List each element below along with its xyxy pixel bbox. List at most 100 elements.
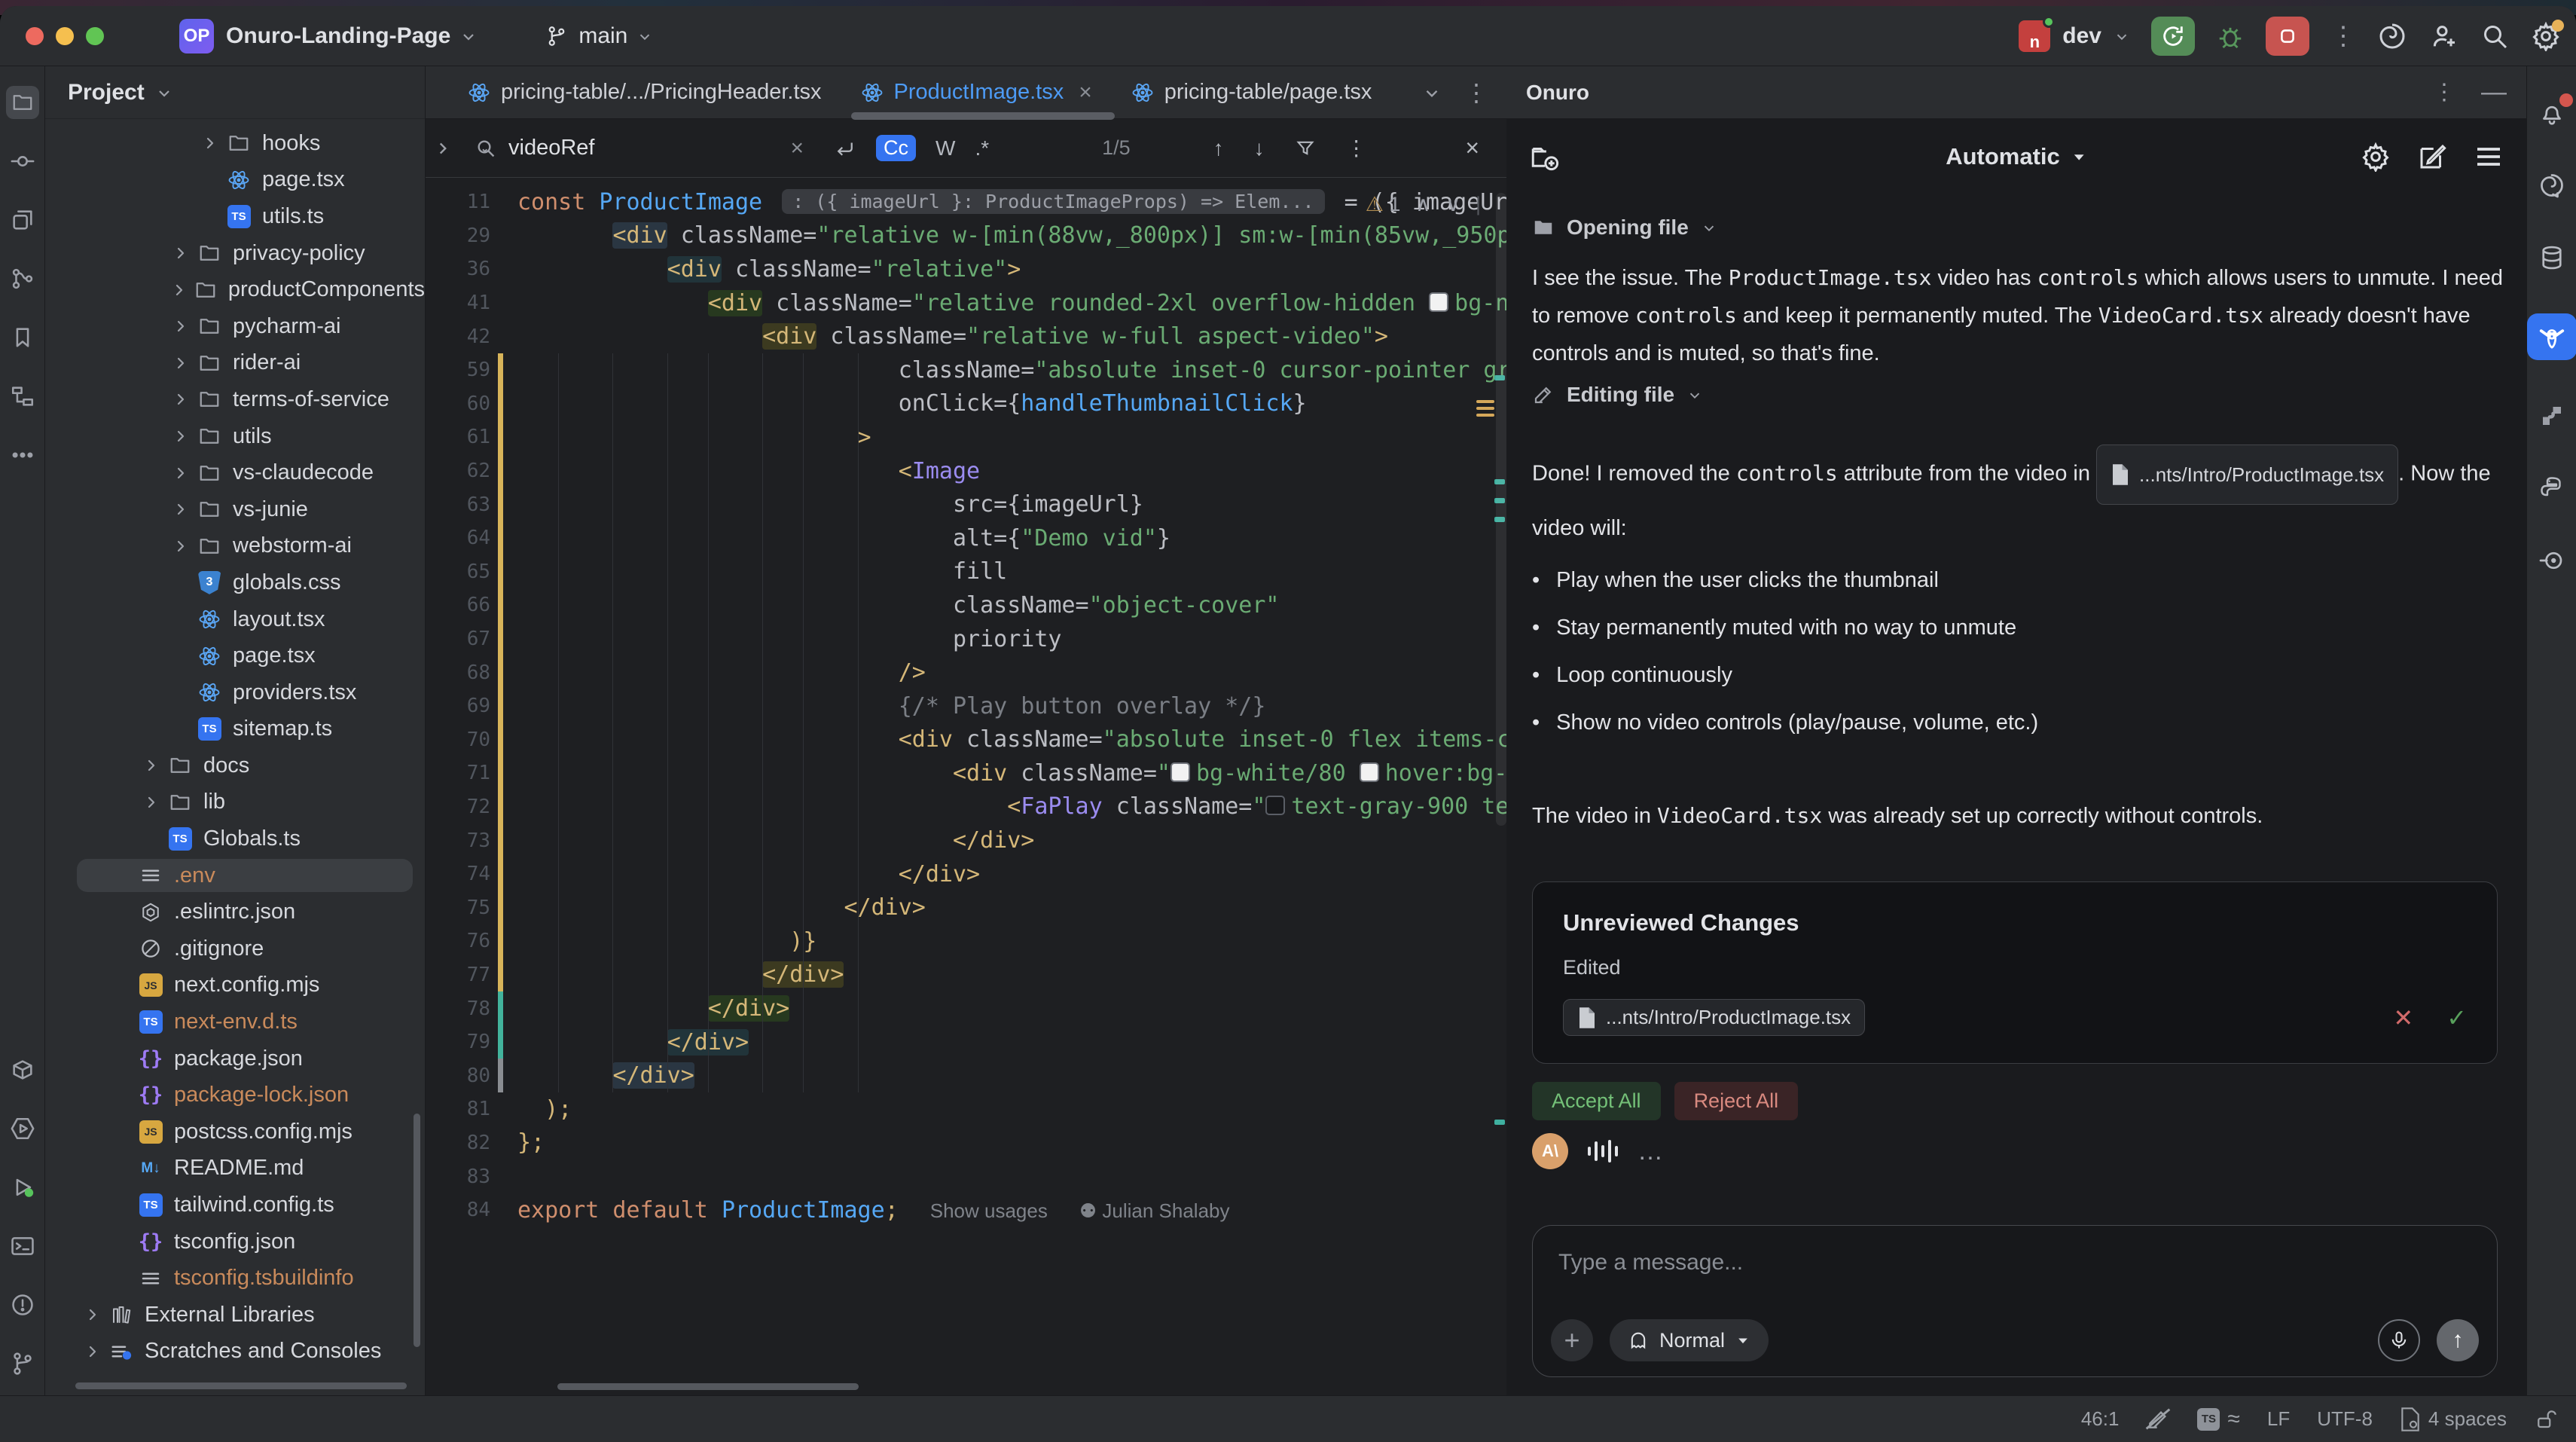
project-folder-tool-icon[interactable]: [6, 86, 39, 119]
code-line-36[interactable]: 36 <div className="relative">: [426, 252, 1506, 286]
hide-panel-icon[interactable]: —: [2481, 78, 2507, 107]
caret-position[interactable]: 46:1: [2081, 1407, 2120, 1431]
tree-item-postcss-config-mjs[interactable]: JSpostcss.config.mjs: [45, 1114, 425, 1150]
code-line-79[interactable]: 79 </div>: [426, 1025, 1506, 1059]
tree-item-utils[interactable]: utils: [45, 418, 425, 455]
services-tool-icon[interactable]: [6, 1171, 39, 1204]
chevron-right-icon[interactable]: [166, 354, 195, 372]
close-find-bar-icon[interactable]: ×: [1465, 134, 1479, 162]
new-chat-icon[interactable]: [2416, 141, 2448, 173]
tree-item--gitignore[interactable]: .gitignore: [45, 930, 425, 967]
ai-assistant-icon[interactable]: [2377, 21, 2407, 51]
chevron-right-icon[interactable]: [166, 464, 195, 482]
tree-item-lib[interactable]: lib: [45, 784, 425, 821]
step-opening-file[interactable]: Opening file: [1532, 215, 1717, 240]
tree-item-scratches-and-consoles[interactable]: Scratches and Consoles: [45, 1334, 425, 1370]
panel-options-icon[interactable]: ⋮: [2433, 79, 2455, 105]
edited-file-chip-inline[interactable]: ...nts/Intro/ProductImage.tsx: [2096, 445, 2398, 505]
chevron-right-icon[interactable]: [196, 134, 224, 152]
chevron-right-icon[interactable]: [166, 427, 195, 445]
editor-tab[interactable]: pricing-table/.../PricingHeader.tsx: [448, 66, 841, 119]
more-tools-tool-icon[interactable]: [6, 438, 39, 472]
reject-file-icon[interactable]: ✕: [2393, 1004, 2413, 1032]
menu-icon[interactable]: [2474, 142, 2504, 172]
tab-options-icon[interactable]: ⋮: [1464, 78, 1488, 107]
structure-tool-icon[interactable]: [6, 380, 39, 413]
tree-item-layout-tsx[interactable]: layout.tsx: [45, 601, 425, 638]
code-line-64[interactable]: 64 alt={"Demo vid"}: [426, 521, 1506, 555]
chevron-right-icon[interactable]: [166, 281, 193, 299]
editor-vertical-scrollbar[interactable]: [1496, 193, 1506, 826]
tree-item-hooks[interactable]: hooks: [45, 125, 425, 162]
tree-item-readme-md[interactable]: M↓README.md: [45, 1150, 425, 1187]
match-case-toggle[interactable]: Cc: [876, 135, 916, 161]
tree-item-page-tsx[interactable]: page.tsx: [45, 637, 425, 674]
attach-button[interactable]: +: [1551, 1319, 1593, 1361]
tree-item-privacy-policy[interactable]: privacy-policy: [45, 235, 425, 272]
mic-button[interactable]: [2378, 1319, 2420, 1361]
code-line-69[interactable]: 69 {/* Play button overlay */}: [426, 689, 1506, 723]
run-tool-icon[interactable]: [6, 1112, 39, 1145]
inline-widget-icon[interactable]: [1476, 400, 1494, 417]
readonly-toggle-icon[interactable]: [2146, 1407, 2170, 1431]
tree-item-vs-junie[interactable]: vs-junie: [45, 491, 425, 528]
code-line-41[interactable]: 41 <div className="relative rounded-2xl …: [426, 286, 1506, 320]
close-tab-icon[interactable]: ×: [1079, 80, 1092, 105]
code-line-65[interactable]: 65 fill: [426, 555, 1506, 589]
tree-item-page-tsx[interactable]: page.tsx: [45, 162, 425, 199]
chevron-right-icon[interactable]: [166, 390, 195, 408]
continue-tool-icon[interactable]: [2535, 544, 2568, 577]
breadcrumb-toggle-icon[interactable]: [426, 139, 460, 158]
branch-selector[interactable]: main: [545, 23, 653, 49]
editor-top-scrollbar[interactable]: [851, 112, 1115, 120]
tree-item-sitemap-ts[interactable]: TSsitemap.ts: [45, 711, 425, 748]
edited-file-chip[interactable]: ...nts/Intro/ProductImage.tsx: [1563, 999, 1865, 1036]
mode-selector[interactable]: Automatic: [1946, 143, 2087, 170]
tree-item-pycharm-ai[interactable]: pycharm-ai: [45, 308, 425, 345]
tree-item-globals-css[interactable]: 3globals.css: [45, 564, 425, 601]
tree-item-package-lock-json[interactable]: {}package-lock.json: [45, 1077, 425, 1114]
tree-item-providers-tsx[interactable]: providers.tsx: [45, 674, 425, 711]
author-hint[interactable]: ⚉ Julian Shalaby: [1079, 1199, 1230, 1222]
ai-chat-tool-icon[interactable]: [2535, 169, 2568, 202]
problems-tool-icon[interactable]: [6, 1288, 39, 1321]
newline-icon[interactable]: [834, 137, 856, 160]
more-options-icon[interactable]: ⋮: [1346, 136, 1367, 160]
model-mode-selector[interactable]: Normal: [1610, 1319, 1769, 1361]
tab-list-chevron-icon[interactable]: [1422, 83, 1442, 102]
search-icon[interactable]: [2480, 21, 2510, 51]
python-console-tool-icon[interactable]: [2535, 472, 2568, 505]
show-usages-hint[interactable]: Show usages: [930, 1199, 1048, 1222]
code-line-73[interactable]: 73 </div>: [426, 823, 1506, 857]
search-icon[interactable]: [474, 136, 498, 160]
database-tool-icon[interactable]: [2535, 241, 2568, 274]
settings-gear-icon[interactable]: [2361, 142, 2391, 172]
code-line-71[interactable]: 71 <div className="bg-white/80 hover:bg-…: [426, 756, 1506, 790]
tree-item-next-config-mjs[interactable]: JSnext.config.mjs: [45, 967, 425, 1004]
project-selector[interactable]: Onuro-Landing-Page: [226, 23, 450, 49]
rerun-button[interactable]: [2151, 17, 2195, 56]
code-line-29[interactable]: 29 <div className="relative w-[min(88vw,…: [426, 219, 1506, 253]
terminal-tool-icon[interactable]: [6, 1230, 39, 1263]
tree-item-next-env-d-ts[interactable]: TSnext-env.d.ts: [45, 1004, 425, 1040]
tree-item-vs-claudecode[interactable]: vs-claudecode: [45, 454, 425, 491]
tree-item--env[interactable]: .env: [45, 857, 425, 894]
code-line-66[interactable]: 66 className="object-cover": [426, 588, 1506, 622]
onuro-tool-icon[interactable]: [2527, 313, 2576, 360]
code-line-70[interactable]: 70 <div className="absolute inset-0 flex…: [426, 723, 1506, 757]
filter-icon[interactable]: [1295, 138, 1316, 159]
run-config-selector[interactable]: n dev: [2019, 20, 2130, 52]
code-line-59[interactable]: 59 className="absolute inset-0 cursor-po…: [426, 353, 1506, 387]
minimize-window-button[interactable]: [56, 27, 74, 45]
settings-gear-icon[interactable]: [2531, 21, 2561, 51]
more-actions-icon[interactable]: ⋮: [2330, 21, 2356, 51]
build-tool-icon[interactable]: [6, 1053, 39, 1086]
tree-item-productcomponents[interactable]: productComponents: [45, 271, 425, 308]
encoding[interactable]: UTF-8: [2317, 1407, 2373, 1431]
code-line-68[interactable]: 68 />: [426, 655, 1506, 689]
code-line-83[interactable]: 83: [426, 1159, 1506, 1193]
tree-item-rider-ai[interactable]: rider-ai: [45, 345, 425, 382]
chevron-right-icon[interactable]: [166, 317, 195, 335]
step-editing-file[interactable]: Editing file: [1532, 383, 1703, 407]
regex-toggle[interactable]: .*: [975, 136, 989, 160]
